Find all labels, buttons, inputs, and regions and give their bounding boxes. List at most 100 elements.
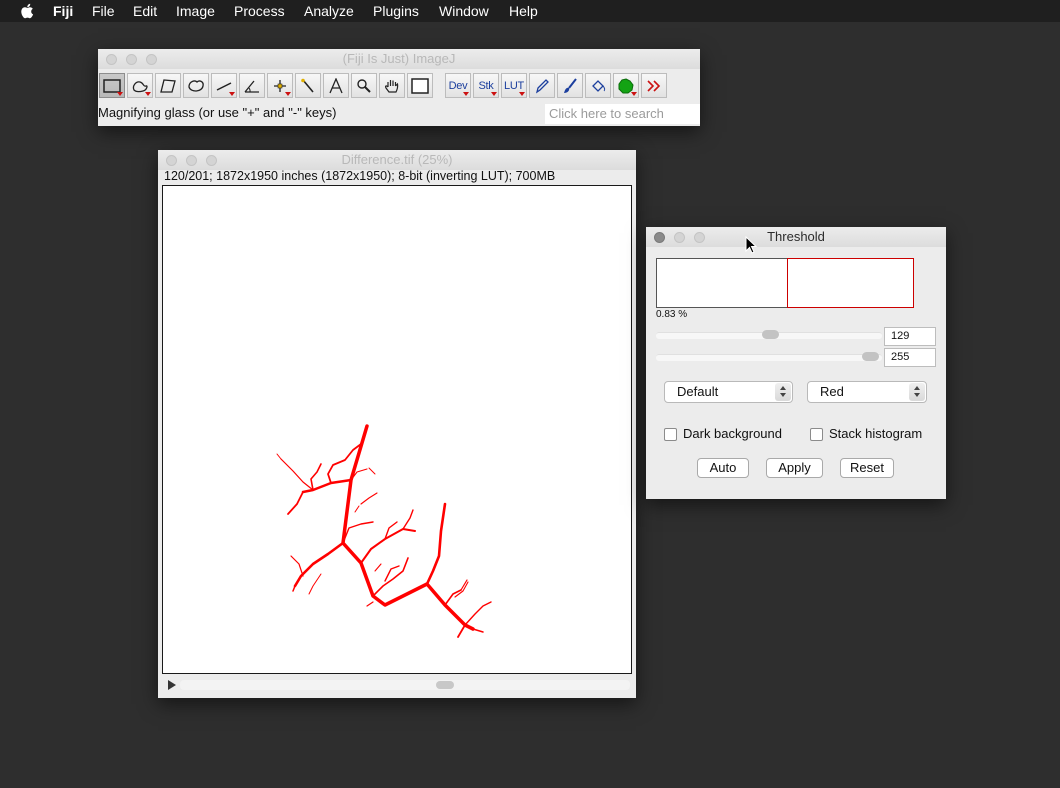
select-arrows-icon [909,383,925,401]
rectangle-tool-icon [103,78,121,93]
close-icon[interactable] [166,155,177,166]
menu-analyze[interactable]: Analyze [304,3,354,19]
thresholded-vessel-overlay [276,424,492,638]
more-tools-button[interactable] [641,73,667,98]
pencil-tool-icon [535,78,549,93]
text-tool-button[interactable] [323,73,349,98]
dev-menu-label: Dev [448,79,468,92]
status-bar-text: Magnifying glass (or use "+" and "-" key… [98,105,337,120]
min-threshold-field[interactable]: 129 [884,327,936,346]
flood-fill-tool-icon [592,79,606,92]
slice-track[interactable] [180,680,630,690]
lut-menu-button[interactable]: LUT [501,73,527,98]
freehand-tool-button[interactable] [127,73,153,98]
wand-tool-icon [301,78,314,93]
method-select[interactable]: Default [664,381,793,403]
menu-bar: Fiji File Edit Image Process Analyze Plu… [0,0,1060,22]
imagej-titlebar[interactable]: (Fiji Is Just) ImageJ [98,49,700,69]
apply-button[interactable]: Apply [766,458,823,478]
display-select[interactable]: Red [807,381,927,403]
select-arrows-icon [775,383,791,401]
more-tools-icon [647,79,661,92]
polygon-tool-icon [160,78,176,93]
pencil-tool-button[interactable] [529,73,555,98]
stacks-menu-button[interactable]: Stk [473,73,499,98]
lut-menu-label: LUT [504,79,524,92]
auto-button[interactable]: Auto [697,458,749,478]
method-select-value: Default [677,384,719,399]
paintbrush-tool-button[interactable] [557,73,583,98]
zoom-icon[interactable] [206,155,217,166]
apple-menu-icon[interactable] [20,2,36,20]
slider-track[interactable] [656,354,882,361]
dark-background-label[interactable]: Dark background [683,426,782,441]
angle-tool-icon [244,80,259,93]
rectangle-tool-button[interactable] [99,73,125,98]
menu-image[interactable]: Image [176,3,215,19]
imagej-main-window: (Fiji Is Just) ImageJ Dev Stk LUT Magnif… [98,49,700,126]
mouse-pointer-icon [745,236,757,254]
slider-thumb[interactable] [862,352,879,361]
green-blob-tool-button[interactable] [613,73,639,98]
menu-window[interactable]: Window [439,3,489,19]
search-input[interactable]: Click here to search [545,104,700,124]
tool-menu-arrow [145,92,151,96]
minimize-icon[interactable] [186,155,197,166]
menu-fiji[interactable]: Fiji [53,3,73,19]
slice-thumb[interactable] [436,681,454,689]
polygon-tool-button[interactable] [155,73,181,98]
flood-fill-tool-button[interactable] [585,73,611,98]
display-select-value: Red [820,384,844,399]
angle-tool-button[interactable] [239,73,265,98]
paintbrush-tool-icon [564,77,577,93]
hand-tool-icon [385,79,399,93]
tool-menu-arrow [491,92,497,96]
menu-process[interactable]: Process [234,3,285,19]
min-threshold-slider[interactable] [656,329,882,341]
max-threshold-slider[interactable] [656,351,882,363]
menu-file[interactable]: File [92,3,115,19]
play-icon[interactable] [168,680,176,690]
dark-background-checkbox[interactable] [664,428,677,441]
hand-tool-button[interactable] [379,73,405,98]
stack-histogram-checkbox[interactable] [810,428,823,441]
point-tool-button[interactable] [267,73,293,98]
image-window: Difference.tif (25%) 120/201; 1872x1950 … [158,150,636,698]
max-threshold-field[interactable]: 255 [884,348,936,367]
color-picker-tool-icon [411,77,429,94]
reset-button[interactable]: Reset [840,458,894,478]
slice-scrollbar[interactable] [162,678,632,692]
magnifier-tool-icon [357,78,371,93]
tool-menu-arrow [229,92,235,96]
tool-menu-arrow [117,92,123,96]
minimize-icon[interactable] [674,232,685,243]
image-canvas[interactable] [162,185,632,674]
minimize-icon[interactable] [126,54,137,65]
magnifier-tool-button[interactable] [351,73,377,98]
dev-menu-button[interactable]: Dev [445,73,471,98]
text-tool-icon [329,77,343,93]
wand-tool-button[interactable] [295,73,321,98]
threshold-histogram [656,258,914,308]
threshold-percentage: 0.83 % [656,309,688,320]
threshold-titlebar[interactable]: Threshold [646,227,946,247]
oval-tool-button[interactable] [183,73,209,98]
window-title: (Fiji Is Just) ImageJ [342,51,456,66]
color-picker-tool-button[interactable] [407,73,433,98]
image-titlebar[interactable]: Difference.tif (25%) [158,150,636,170]
window-title: Difference.tif (25%) [341,152,453,167]
menu-edit[interactable]: Edit [133,3,157,19]
tool-menu-arrow [519,92,525,96]
line-tool-button[interactable] [211,73,237,98]
menu-help[interactable]: Help [509,3,538,19]
slider-thumb[interactable] [762,330,779,339]
close-icon[interactable] [106,54,117,65]
close-icon[interactable] [654,232,665,243]
zoom-icon[interactable] [146,54,157,65]
stack-histogram-label[interactable]: Stack histogram [829,426,922,441]
zoom-icon[interactable] [694,232,705,243]
image-info-text: 120/201; 1872x1950 inches (1872x1950); 8… [164,169,556,183]
menu-plugins[interactable]: Plugins [373,3,419,19]
tool-menu-arrow [631,92,637,96]
window-title: Threshold [767,229,825,244]
